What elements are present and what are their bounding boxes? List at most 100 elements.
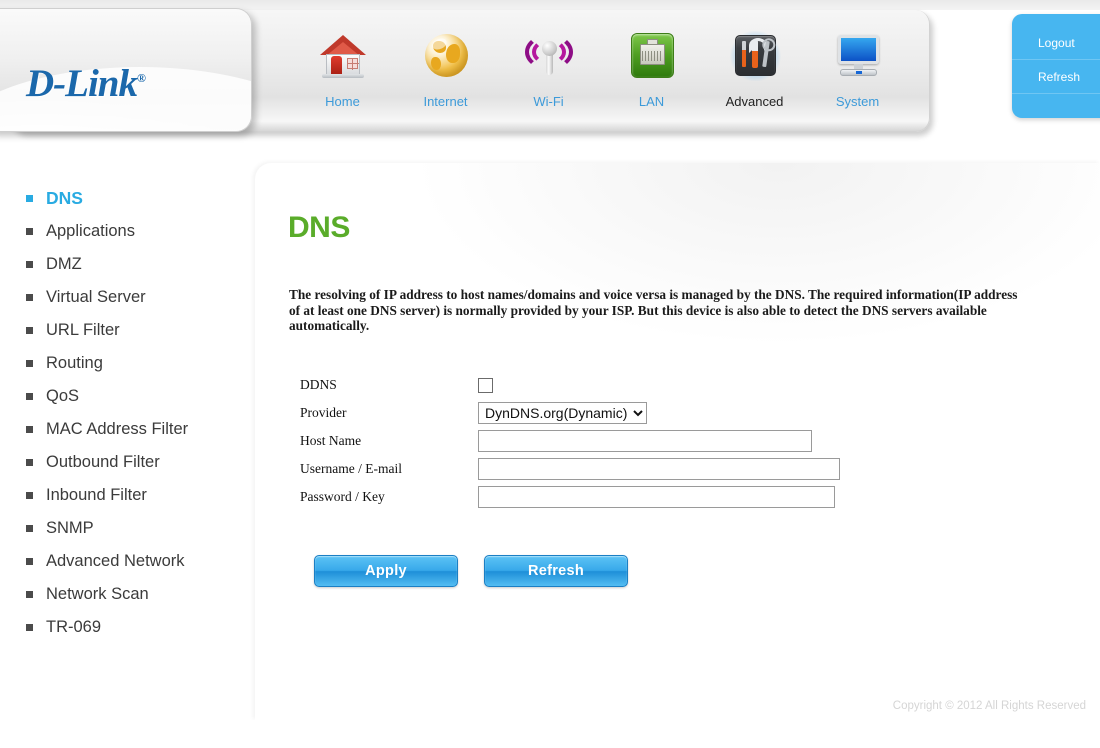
ethernet-icon — [625, 31, 679, 83]
sidebar-label: Advanced Network — [46, 552, 185, 570]
ddns-label: DDNS — [300, 377, 337, 392]
sidebar-item-network-scan[interactable]: Network Scan — [0, 578, 255, 611]
sidebar-item-routing[interactable]: Routing — [0, 347, 255, 380]
nav-label-lan: LAN — [638, 94, 665, 109]
sidebar-item-url-filter[interactable]: URL Filter — [0, 314, 255, 347]
nav-label-home: Home — [325, 94, 360, 109]
bullet-icon — [26, 525, 33, 532]
monitor-icon-wrap — [806, 28, 909, 86]
bullet-icon — [26, 261, 33, 268]
refresh-button[interactable]: Refresh — [484, 555, 628, 587]
username-label: Username / E-mail — [300, 461, 402, 476]
globe-icon — [419, 31, 473, 83]
dlink-logo: D-Link® — [26, 61, 146, 106]
nav-label-internet: Internet — [423, 94, 468, 109]
sidebar-label: URL Filter — [46, 321, 120, 339]
bullet-icon — [26, 459, 33, 466]
sidebar-label: SNMP — [46, 519, 94, 537]
brand-logo-panel: D-Link® — [0, 8, 252, 132]
sidebar-item-advanced-network[interactable]: Advanced Network — [0, 545, 255, 578]
nav-label-wifi: Wi-Fi — [533, 94, 564, 109]
hostname-input[interactable] — [478, 430, 812, 452]
page-header: Home Internet Wi-Fi LAN Advanced System … — [0, 0, 1100, 150]
bullet-icon — [26, 492, 33, 499]
nav-item-home[interactable]: Home — [291, 28, 394, 109]
provider-select[interactable]: DynDNS.org(Dynamic) — [478, 402, 647, 424]
form-row-ddns: DDNS — [300, 371, 840, 399]
nav-item-list: Home Internet Wi-Fi LAN Advanced System — [291, 28, 909, 109]
bullet-icon — [26, 294, 33, 301]
bullet-icon — [26, 195, 33, 202]
form-actions: Apply Refresh — [314, 555, 628, 587]
sidebar-item-dmz[interactable]: DMZ — [0, 248, 255, 281]
globe-icon-wrap — [394, 28, 497, 86]
nav-item-internet[interactable]: Internet — [394, 28, 497, 109]
nav-label-system: System — [835, 94, 880, 109]
footer-copyright: Copyright © 2012 All Rights Reserved — [892, 700, 1086, 712]
sidebar-label: Inbound Filter — [46, 486, 147, 504]
username-input[interactable] — [478, 458, 840, 480]
sidebar-item-inbound-filter[interactable]: Inbound Filter — [0, 479, 255, 512]
form-row-password: Password / Key — [300, 483, 840, 511]
sidebar-label: DMZ — [46, 255, 82, 273]
form-row-username: Username / E-mail — [300, 455, 840, 483]
bullet-icon — [26, 393, 33, 400]
sidebar-label: MAC Address Filter — [46, 420, 189, 438]
sidebar-item-virtual-server[interactable]: Virtual Server — [0, 281, 255, 314]
sidebar-label: DNS — [46, 188, 83, 208]
page-description: The resolving of IP address to host name… — [289, 287, 1018, 334]
apply-button[interactable]: Apply — [314, 555, 458, 587]
sidebar-item-qos[interactable]: QoS — [0, 380, 255, 413]
sidebar-label: QoS — [46, 387, 80, 405]
bullet-icon — [26, 591, 33, 598]
form-row-hostname: Host Name — [300, 427, 840, 455]
hostname-label: Host Name — [300, 433, 362, 448]
dlink-logo-text: D-Link — [26, 62, 138, 105]
bullet-icon — [26, 558, 33, 565]
sidebar-item-outbound-filter[interactable]: Outbound Filter — [0, 446, 255, 479]
tools-icon-wrap — [703, 28, 806, 86]
sidebar-label: Virtual Server — [46, 288, 146, 306]
sidebar-label: Applications — [46, 222, 135, 240]
sidebar-menu: DNS Applications DMZ Virtual Server URL … — [0, 160, 255, 644]
monitor-icon — [831, 31, 885, 83]
bullet-icon — [26, 228, 33, 235]
refresh-link[interactable]: Refresh — [1012, 60, 1100, 94]
sidebar-item-snmp[interactable]: SNMP — [0, 512, 255, 545]
home-icon-wrap — [291, 28, 394, 86]
sidebar-item-applications[interactable]: Applications — [0, 215, 255, 248]
bullet-icon — [26, 624, 33, 631]
nav-item-advanced[interactable]: Advanced — [703, 28, 806, 109]
page-bottom-strip — [0, 720, 1100, 748]
form-row-provider: Provider DynDNS.org(Dynamic) — [300, 399, 840, 427]
session-panel: Logout Refresh — [1012, 14, 1100, 118]
sidebar-item-mac-address-filter[interactable]: MAC Address Filter — [0, 413, 255, 446]
content-panel: SetupRouter.com DNS The resolving of IP … — [255, 163, 1100, 720]
nav-item-wifi[interactable]: Wi-Fi — [497, 28, 600, 109]
registered-mark: ® — [137, 71, 146, 85]
sidebar-item-tr-069[interactable]: TR-069 — [0, 611, 255, 644]
nav-item-system[interactable]: System — [806, 28, 909, 109]
provider-label: Provider — [300, 405, 347, 420]
nav-label-advanced: Advanced — [725, 94, 784, 109]
wifi-icon — [522, 31, 576, 83]
bullet-icon — [26, 327, 33, 334]
sidebar-label: Routing — [46, 354, 103, 372]
bullet-icon — [26, 426, 33, 433]
ethernet-icon-wrap — [600, 28, 703, 86]
wifi-icon-wrap — [497, 28, 600, 86]
sidebar-label: TR-069 — [46, 618, 102, 636]
sidebar-label: Outbound Filter — [46, 453, 160, 471]
nav-item-lan[interactable]: LAN — [600, 28, 703, 109]
password-input[interactable] — [478, 486, 835, 508]
bullet-icon — [26, 360, 33, 367]
dns-form: DDNS Provider DynDNS.org(Dynamic) Host N… — [300, 371, 840, 511]
sidebar-label: Network Scan — [46, 585, 149, 603]
logout-link[interactable]: Logout — [1012, 26, 1100, 60]
ddns-checkbox[interactable] — [478, 377, 493, 393]
sidebar-item-dns[interactable]: DNS — [0, 182, 255, 215]
tools-icon — [728, 31, 782, 83]
password-label: Password / Key — [300, 489, 385, 504]
page-title: DNS — [288, 211, 350, 244]
home-icon — [316, 31, 370, 83]
